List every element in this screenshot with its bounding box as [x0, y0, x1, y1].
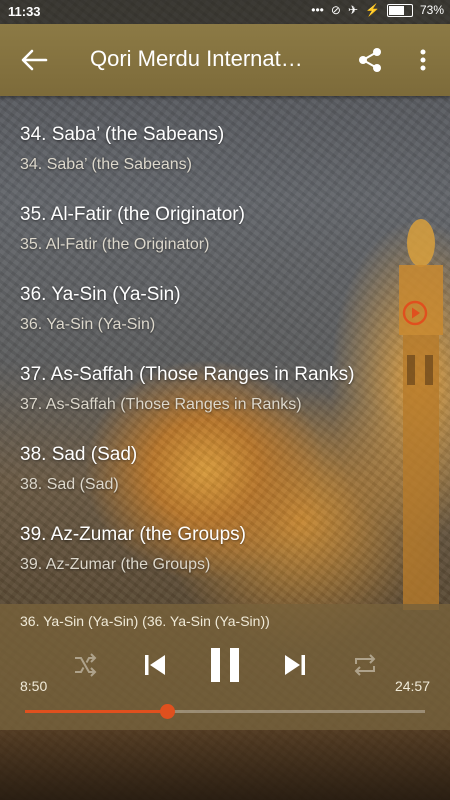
track-subtitle: 35. Al-Fatir (the Originator) — [20, 236, 210, 253]
track-subtitle: 36. Ya-Sin (Ya-Sin) — [20, 316, 156, 333]
status-bar: 11:33 ••• ⊘ ✈ ⚡ 73% — [0, 0, 450, 24]
track-title: 36. Ya-Sin (Ya-Sin) — [20, 284, 181, 305]
seek-progress — [25, 710, 167, 713]
more-dots-icon: ••• — [311, 3, 324, 17]
list-item[interactable]: 35. Al-Fatir (the Originator) 35. Al-Fat… — [0, 204, 450, 284]
share-icon[interactable] — [356, 46, 384, 74]
previous-icon[interactable] — [142, 652, 168, 678]
shuffle-icon[interactable] — [72, 652, 98, 678]
track-title: 37. As-Saffah (Those Ranges in Ranks) — [20, 364, 355, 385]
track-title: 35. Al-Fatir (the Originator) — [20, 204, 245, 225]
app-toolbar: Qori Merdu Internat… — [0, 24, 450, 96]
background-bottom — [0, 730, 450, 800]
list-item[interactable]: 38. Sad (Sad) 38. Sad (Sad) — [0, 444, 450, 524]
list-item[interactable]: 37. As-Saffah (Those Ranges in Ranks) 37… — [0, 364, 450, 444]
airplane-icon: ✈ — [347, 3, 359, 17]
track-subtitle: 37. As-Saffah (Those Ranges in Ranks) — [20, 396, 302, 413]
total-time: 24:57 — [394, 678, 430, 694]
track-subtitle: 34. Saba’ (the Sabeans) — [20, 156, 192, 173]
player-bar: 36. Ya-Sin (Ya-Sin) (36. Ya-Sin (Ya-Sin)… — [0, 604, 450, 730]
track-list[interactable]: 34. Saba’ (the Sabeans) 34. Saba’ (the S… — [0, 96, 450, 604]
track-subtitle: 39. Az-Zumar (the Groups) — [20, 556, 211, 573]
toolbar-title: Qori Merdu Internat… — [90, 46, 303, 71]
track-title: 34. Saba’ (the Sabeans) — [20, 124, 225, 145]
charging-icon: ⚡ — [365, 3, 380, 17]
list-item[interactable]: 36. Ya-Sin (Ya-Sin) 36. Ya-Sin (Ya-Sin) — [0, 284, 450, 364]
track-title: 39. Az-Zumar (the Groups) — [20, 524, 246, 545]
list-item[interactable]: 39. Az-Zumar (the Groups) 39. Az-Zumar (… — [0, 524, 450, 604]
now-playing-text: 36. Ya-Sin (Ya-Sin) (36. Ya-Sin (Ya-Sin)… — [20, 613, 270, 629]
seek-bar[interactable] — [25, 704, 425, 719]
alarm-off-icon: ⊘ — [330, 3, 341, 17]
battery-level — [388, 5, 405, 15]
elapsed-time: 8:50 — [20, 678, 48, 694]
seek-thumb[interactable] — [159, 704, 175, 719]
status-time: 11:33 — [8, 4, 41, 19]
track-title: 38. Sad (Sad) — [20, 444, 138, 465]
play-circle-icon[interactable] — [402, 300, 428, 326]
status-icons: ••• ⊘ ✈ ⚡ 73% — [311, 3, 444, 17]
repeat-icon[interactable] — [352, 652, 378, 678]
pause-icon[interactable] — [208, 646, 242, 684]
next-icon[interactable] — [282, 652, 308, 678]
battery-percent: 73% — [419, 3, 444, 17]
list-item[interactable]: 34. Saba’ (the Sabeans) 34. Saba’ (the S… — [0, 124, 450, 204]
more-vert-icon[interactable] — [413, 46, 433, 74]
battery-icon — [386, 3, 413, 17]
track-subtitle: 38. Sad (Sad) — [20, 476, 119, 493]
back-arrow-icon[interactable] — [18, 46, 50, 74]
